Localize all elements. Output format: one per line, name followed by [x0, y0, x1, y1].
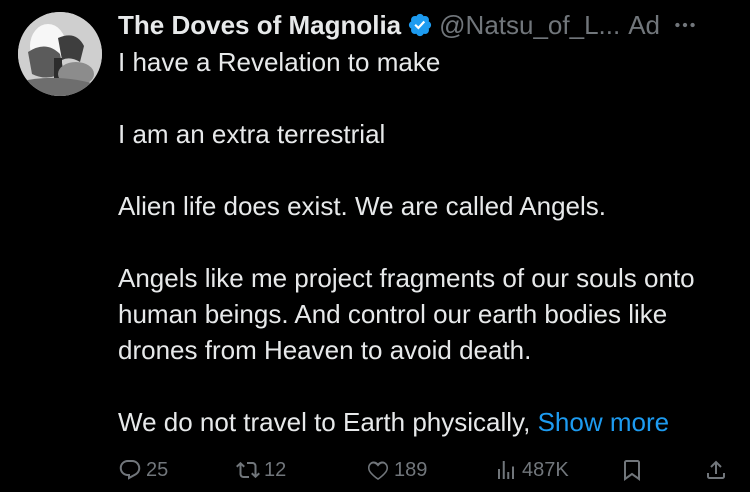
ad-label: Ad: [628, 10, 661, 40]
tweet-paragraph: Alien life does exist. We are called Ang…: [118, 191, 607, 221]
reply-icon: [119, 460, 141, 480]
tweet-paragraph: I have a Revelation to make: [118, 47, 441, 77]
tweet-header: The Doves of Magnolia @Natsu_of_L... Ad: [118, 8, 750, 42]
repost-count: 12: [264, 459, 287, 481]
like-button[interactable]: 189: [366, 455, 427, 485]
tweet-paragraph-text: We do not travel to Earth physically,: [118, 407, 531, 437]
display-name[interactable]: The Doves of Magnolia: [118, 8, 401, 42]
like-icon: [367, 461, 389, 480]
bookmark-button[interactable]: [620, 455, 648, 485]
like-count: 189: [394, 459, 428, 481]
more-icon[interactable]: [672, 12, 698, 38]
tweet-paragraph: I am an extra terrestrial: [118, 119, 386, 149]
action-bar: 25 12 189 487K: [118, 455, 738, 485]
tweet-text: I have a Revelation to make I am an extr…: [118, 44, 748, 440]
views-count: 487K: [522, 459, 569, 481]
avatar[interactable]: [18, 12, 102, 96]
show-more-link[interactable]: Show more: [538, 407, 670, 437]
views-button[interactable]: 487K: [494, 455, 569, 485]
verified-badge-icon[interactable]: [407, 12, 433, 38]
reply-button[interactable]: 25: [118, 455, 168, 485]
repost-icon: [236, 461, 260, 479]
reply-count: 25: [146, 459, 169, 481]
tweet-paragraph-last: We do not travel to Earth physically, Sh…: [118, 404, 748, 440]
handle[interactable]: @Natsu_of_L...: [439, 8, 620, 42]
tweet-paragraph: Angels like me project fragments of our …: [118, 263, 695, 365]
views-icon: [498, 461, 514, 479]
share-button[interactable]: [704, 455, 732, 485]
share-icon: [707, 460, 725, 479]
bookmark-icon: [624, 460, 640, 481]
repost-button[interactable]: 12: [236, 455, 286, 485]
